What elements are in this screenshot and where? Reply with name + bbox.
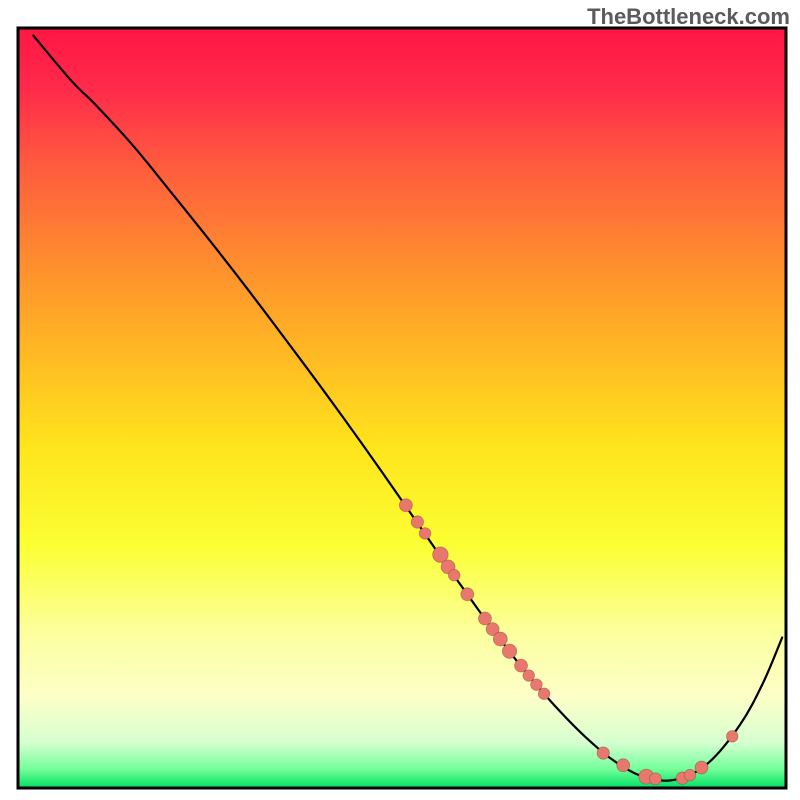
data-marker xyxy=(531,679,543,691)
data-marker xyxy=(448,569,460,581)
data-marker xyxy=(411,516,423,528)
chart-svg xyxy=(0,0,800,800)
data-marker xyxy=(617,759,630,772)
data-marker xyxy=(695,761,708,774)
data-marker xyxy=(523,670,535,682)
data-marker xyxy=(726,731,738,743)
plot-background xyxy=(18,28,786,788)
chart-container: { "watermark": "TheBottleneck.com", "cha… xyxy=(0,0,800,800)
watermark-text: TheBottleneck.com xyxy=(587,4,790,30)
data-marker xyxy=(538,688,550,700)
data-marker xyxy=(419,528,431,540)
data-marker xyxy=(399,499,412,512)
data-marker xyxy=(684,769,696,781)
data-marker xyxy=(649,773,661,785)
data-marker xyxy=(461,588,474,601)
data-marker xyxy=(597,747,609,759)
data-marker xyxy=(502,644,516,658)
data-marker xyxy=(493,632,507,646)
